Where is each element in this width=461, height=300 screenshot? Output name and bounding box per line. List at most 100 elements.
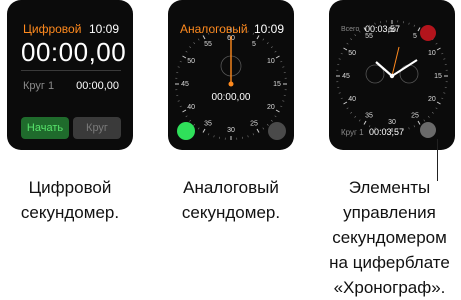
dial-tick xyxy=(355,34,356,35)
red-stop-button[interactable] xyxy=(420,25,436,41)
dial-tick xyxy=(257,129,259,132)
caption-line: управления xyxy=(318,200,461,225)
analog-stopwatch-screen: Аналоговый 10:09 60 5 10 15 20 25 30 35 … xyxy=(168,0,294,150)
dial-tick xyxy=(437,48,440,50)
dial-number: 15 xyxy=(273,81,281,88)
dial-number: 40 xyxy=(187,104,195,111)
dial-tick xyxy=(203,36,205,39)
digital-caption: Цифровой секундомер. xyxy=(0,175,140,225)
dial-tick xyxy=(208,133,209,135)
lap-button[interactable] xyxy=(268,122,286,140)
dial-tick xyxy=(344,48,347,50)
dial-tick xyxy=(263,128,264,130)
lap-label: Круг 1 xyxy=(23,80,54,92)
dial-tick xyxy=(428,116,429,117)
total-label: Всего xyxy=(341,26,359,33)
dial-tick xyxy=(443,59,445,60)
dial-tick xyxy=(267,42,268,43)
dial-number: 10 xyxy=(428,50,436,57)
dial-tick xyxy=(276,56,279,58)
digital-mode-label: Цифровой xyxy=(23,22,81,36)
dial-tick xyxy=(276,110,279,112)
dial-number: 25 xyxy=(250,121,258,128)
caption-line: «Хронограф». xyxy=(318,275,461,300)
dial-tick xyxy=(341,98,343,99)
dial-tick xyxy=(194,42,195,43)
lap-time: 00:00,00 xyxy=(76,80,119,92)
analog-dial: 60 5 10 15 20 25 30 35 40 45 50 55 xyxy=(168,0,294,150)
caption-line: секундомером xyxy=(318,225,461,250)
dial-number: 15 xyxy=(434,73,442,80)
dial-tick xyxy=(253,33,254,35)
dial-number: 30 xyxy=(227,127,235,134)
digital-stopwatch-screen: Цифровой 10:09 00:00,00 Круг 1 00:00,00 … xyxy=(7,0,133,150)
dial-tick xyxy=(347,108,349,109)
caption-line: на циферблате xyxy=(318,250,461,275)
dial-tick xyxy=(198,128,199,130)
dial-number: 25 xyxy=(411,113,419,120)
dial-tick xyxy=(414,25,415,27)
hand-pivot xyxy=(229,82,234,87)
dial-tick xyxy=(186,116,188,117)
hand-pivot xyxy=(390,74,394,78)
dial-number: 35 xyxy=(204,121,212,128)
dial-tick xyxy=(359,120,360,122)
gray-lap-button[interactable] xyxy=(420,122,436,138)
divider xyxy=(21,70,121,71)
dial-tick xyxy=(432,112,433,113)
dial-tick xyxy=(214,31,215,33)
chronograph-caption: Элементы управления секундомером на цифе… xyxy=(318,175,461,300)
dial-number: 45 xyxy=(342,73,350,80)
dial-tick xyxy=(189,47,190,48)
dial-tick xyxy=(436,108,438,109)
dial-tick xyxy=(424,120,425,122)
dial-tick xyxy=(263,39,264,41)
dial-tick xyxy=(443,93,445,94)
dial-tick xyxy=(248,31,249,33)
dial-tick xyxy=(280,106,282,107)
analog-elapsed-time: 00:00,00 xyxy=(168,92,294,103)
dial-number: 20 xyxy=(428,96,436,103)
dial-tick xyxy=(203,129,205,132)
chronograph-face-screen: 60 5 10 15 20 25 30 35 40 45 50 55 Всего… xyxy=(329,0,455,150)
dial-number: 50 xyxy=(187,58,195,65)
digital-elapsed-time: 00:00,00 xyxy=(21,37,126,68)
dial-number: 35 xyxy=(365,113,373,120)
caption-line: Элементы xyxy=(318,175,461,200)
dial-tick xyxy=(178,67,180,68)
dial-tick xyxy=(437,102,440,104)
dial-tick xyxy=(339,93,341,94)
dial-tick xyxy=(194,124,195,125)
caption-line: секундомер. xyxy=(160,200,302,225)
dial-number: 20 xyxy=(267,104,275,111)
caption-line: секундомер. xyxy=(0,200,140,225)
dial-tick xyxy=(350,112,351,113)
dial-tick xyxy=(441,98,443,99)
dial-tick xyxy=(418,121,420,124)
dial-tick xyxy=(355,116,356,117)
start-button[interactable]: Начать xyxy=(21,117,69,139)
start-button[interactable] xyxy=(177,122,195,140)
dial-tick xyxy=(280,61,282,62)
dial-tick xyxy=(198,39,199,41)
dial-number: 45 xyxy=(181,81,189,88)
dial-tick xyxy=(180,106,182,107)
dial-tick xyxy=(409,23,410,25)
dial-number: 40 xyxy=(348,96,356,103)
dial-tick xyxy=(364,121,366,124)
dial-tick xyxy=(282,67,284,68)
right-sub-dial xyxy=(400,65,418,83)
dial-tick xyxy=(414,125,415,127)
lap-button[interactable]: Круг xyxy=(73,117,121,139)
dial-tick xyxy=(267,124,268,125)
dial-number: 55 xyxy=(204,41,212,48)
lap-label: Круг 1 xyxy=(341,128,364,137)
dial-tick xyxy=(339,59,341,60)
lap-time: 00:03,57 xyxy=(369,127,404,137)
dial-tick xyxy=(350,39,351,40)
caption-line: Цифровой xyxy=(0,175,140,200)
dial-tick xyxy=(418,28,420,31)
dial-tick xyxy=(409,127,410,129)
dial-tick xyxy=(257,36,259,39)
digital-clock: 10:09 xyxy=(89,22,119,36)
